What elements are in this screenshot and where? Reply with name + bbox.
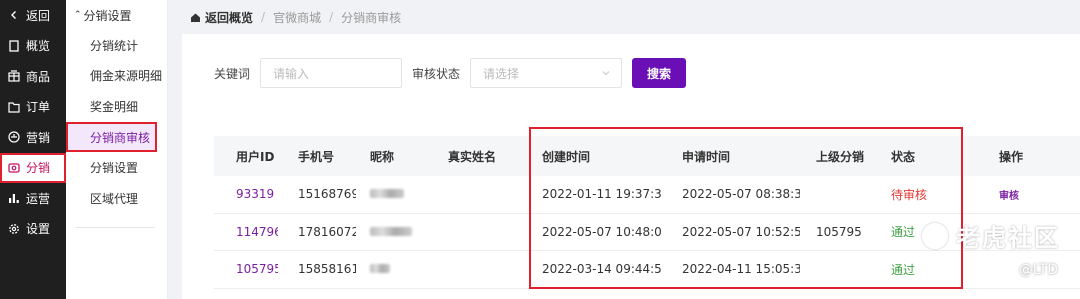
sub-menu-title: 分销设置 [83,8,132,23]
nav-item-label: 设置 [26,222,51,237]
nav-item-label: 分销 [26,161,51,176]
sub-item-bonus[interactable]: 奖金明细 [66,91,167,122]
nav-item-label: 商品 [26,69,51,84]
parent-cell: 105795 [816,224,862,239]
watermark-logo-icon [922,222,948,249]
status-badge: 通过 [891,262,916,277]
col-header-parent: 上级分销 [816,149,865,164]
status-select-placeholder: 请选择 [483,66,520,81]
distribution-icon [7,161,21,175]
nav-item-goods[interactable]: 商品 [0,61,66,92]
nav-item-operation[interactable]: 运营 [0,183,66,214]
status-label: 审核状态 [412,66,461,81]
overview-icon [7,39,21,53]
keyword-input[interactable]: 请输入 [260,58,403,88]
nav-item-distribution[interactable]: 分销 [0,152,66,183]
col-header-applied: 申请时间 [682,149,731,164]
status-select[interactable]: 请选择 [470,58,623,88]
applied-cell: 2022-04-11 15:05:39 [682,262,800,277]
user-id-link[interactable]: 114796 [214,225,278,239]
search-button[interactable]: 搜索 [632,58,687,88]
breadcrumb-mid[interactable]: 官微商城 [273,9,321,26]
nav-item-label: 概览 [26,39,51,54]
goods-icon [7,69,21,83]
user-id-link[interactable]: 105795 [214,262,278,276]
table-header: 用户ID 手机号 昵称 真实姓名 创建时间 申请时间 上级分销 状态 操作 [214,136,1080,176]
nav-item-label: 订单 [26,100,51,115]
sub-menu-group-toggle[interactable]: ⌃ 分销设置 [66,0,167,30]
divider [76,227,155,228]
sub-item-regional-agent[interactable]: 区域代理 [66,183,167,214]
watermark: 老虎社区 [922,218,1060,253]
distributor-table: 用户ID 手机号 昵称 真实姓名 创建时间 申请时间 上级分销 状态 操作 93… [214,136,1080,289]
blurred-nickname [370,264,390,274]
sub-menu: ⌃ 分销设置 分销统计 佣金来源明细 奖金明细 分销商审核 分销设置 区域代理 [66,0,168,299]
keyword-label: 关键词 [214,66,251,81]
chevron-up-icon: ⌃ [74,10,82,20]
col-header-realname: 真实姓名 [448,149,497,164]
blurred-nickname [370,226,412,236]
breadcrumb-home[interactable]: 返回概览 [190,9,253,26]
col-header-created: 创建时间 [542,149,591,164]
nav-item-label: 运营 [26,191,51,206]
nav-item-order[interactable]: 订单 [0,92,66,123]
breadcrumb: 返回概览 / 官微商城 / 分销商审核 [168,0,1080,34]
chevron-down-icon [601,68,611,78]
settings-icon [7,222,21,236]
order-icon [7,100,21,114]
sub-item-distribution-settings[interactable]: 分销设置 [66,152,167,183]
sub-item-distributor-review[interactable]: 分销商审核 [66,121,157,153]
blurred-nickname [370,189,404,199]
breadcrumb-separator: / [329,10,334,24]
table-row: 105795 15858161956 2022-03-14 09:44:53 2… [214,251,1080,289]
back-label: 返回 [26,8,51,23]
marketing-icon [7,130,21,144]
nickname-cell [356,225,448,239]
phone-cell: 17816072421 [298,224,356,239]
status-badge: 待审核 [891,187,928,202]
breadcrumb-separator: / [261,10,266,24]
created-cell: 2022-03-14 09:44:53 [542,262,662,277]
review-button[interactable]: 审核 [969,187,1039,202]
sub-item-stats[interactable]: 分销统计 [66,30,167,61]
operation-icon [7,191,21,205]
col-header-phone: 手机号 [298,149,335,164]
content-card: 关键词 请输入 审核状态 请选择 搜索 用户ID 手机号 昵称 真实姓名 创建时… [182,34,1080,299]
nav-item-marketing[interactable]: 营销 [0,122,66,153]
created-cell: 2022-01-11 19:37:39 [542,187,662,202]
watermark-handle: @LTD [1018,262,1058,278]
chevron-left-icon [7,8,21,22]
main-nav: 返回 概览 商品 订单 营销 分销 运营 设置 [0,0,66,299]
applied-cell: 2022-05-07 10:52:52 [682,224,800,239]
nav-item-label: 营销 [26,130,51,145]
phone-cell: 15168769559 [298,187,356,202]
breadcrumb-current: 分销商审核 [341,10,402,25]
created-cell: 2022-05-07 10:48:04 [542,224,662,239]
table-row: 93319 15168769559 2022-01-11 19:37:39 20… [214,176,1080,214]
col-header-uid: 用户ID [236,149,275,164]
col-header-status: 状态 [891,149,916,164]
user-id-link[interactable]: 93319 [214,187,278,201]
back-button[interactable]: 返回 [0,0,66,31]
watermark-text: 老虎社区 [956,224,1060,252]
home-icon [190,12,201,23]
applied-cell: 2022-05-07 08:38:30 [682,187,800,202]
phone-cell: 15858161956 [298,262,356,277]
breadcrumb-home-label: 返回概览 [205,10,254,25]
sub-item-commission-source[interactable]: 佣金来源明细 [66,61,167,92]
nickname-cell [356,262,448,276]
nav-item-overview[interactable]: 概览 [0,31,66,62]
nav-item-settings[interactable]: 设置 [0,214,66,245]
col-header-action: 操作 [999,149,1024,164]
filter-bar: 关键词 请输入 审核状态 请选择 搜索 [214,58,687,88]
col-header-nickname: 昵称 [370,149,395,164]
nickname-cell [356,187,448,201]
